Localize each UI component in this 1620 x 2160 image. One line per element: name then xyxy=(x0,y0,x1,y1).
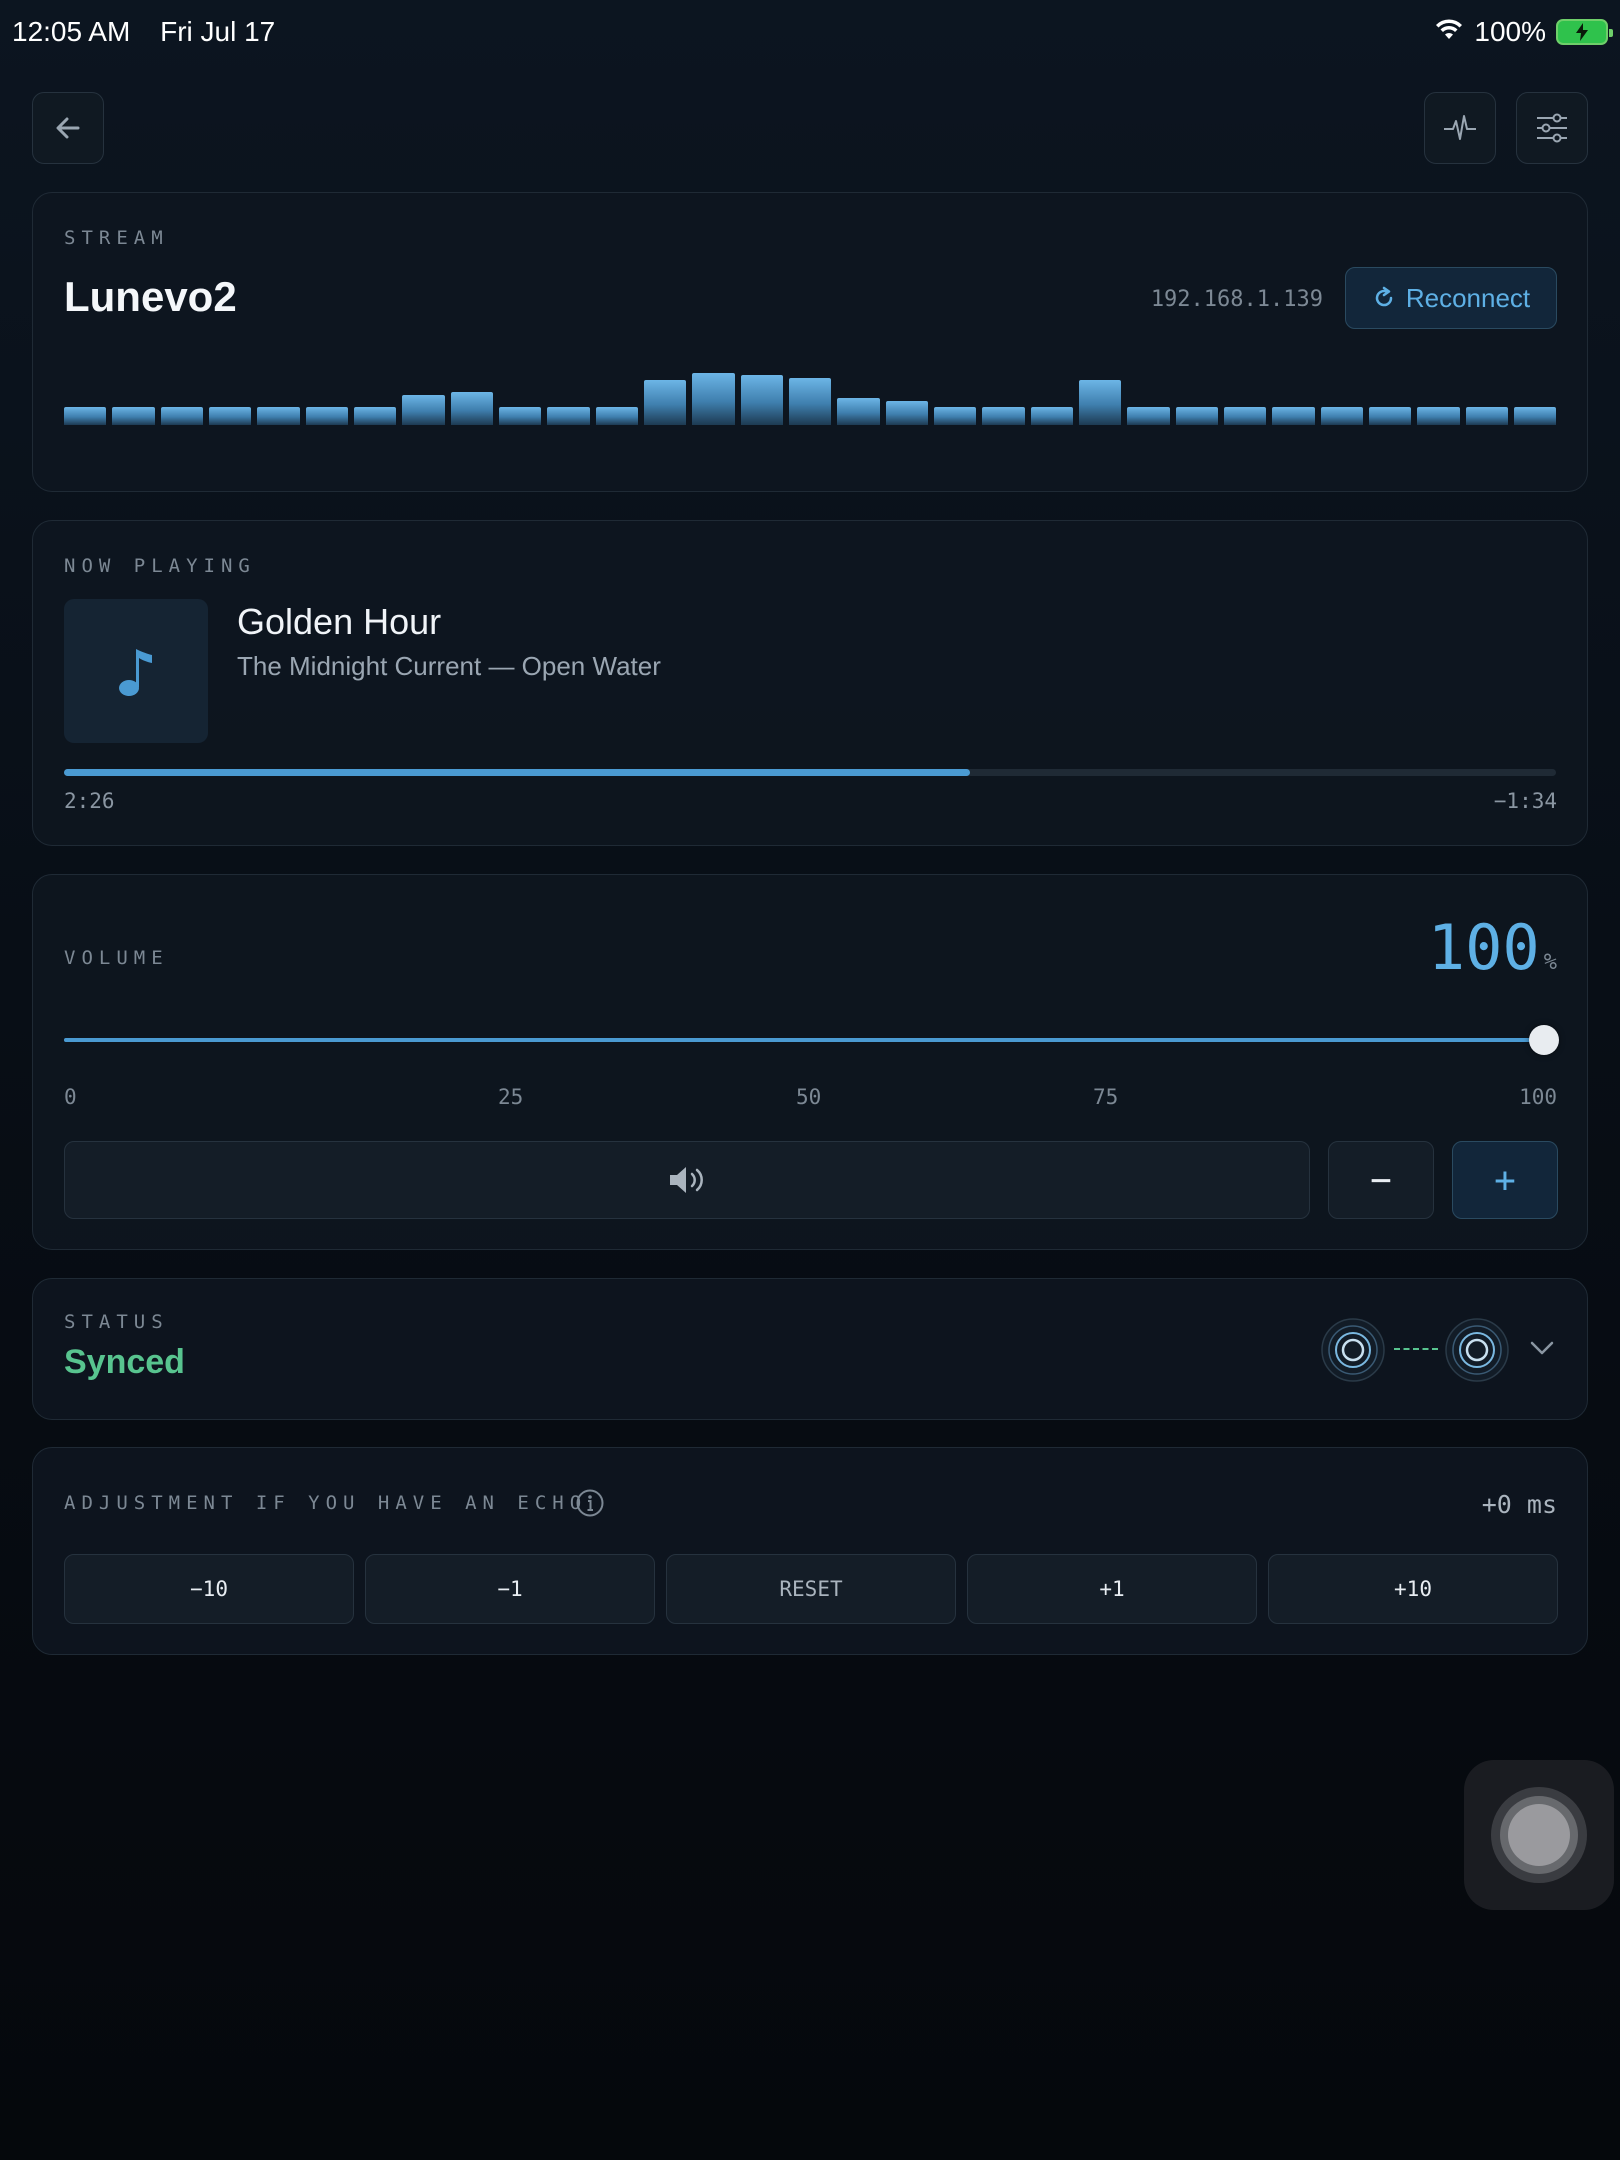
volume-slider-handle[interactable] xyxy=(1529,1025,1559,1055)
echo-adjust-label: ADJUSTMENT IF YOU HAVE AN ECHO xyxy=(64,1492,588,1514)
level-bar xyxy=(1078,380,1122,425)
now-playing-card: NOW PLAYING Golden Hour The Midnight Cur… xyxy=(32,520,1588,846)
level-bar xyxy=(1223,407,1267,425)
volume-slider[interactable] xyxy=(64,1038,1544,1042)
volume-tick-0: 0 xyxy=(64,1085,77,1109)
reconnect-button[interactable]: Reconnect xyxy=(1345,267,1557,329)
volume-value: 100 xyxy=(1427,911,1540,984)
level-bar xyxy=(692,373,735,425)
stream-label: STREAM xyxy=(64,227,169,249)
volume-unit: % xyxy=(1543,950,1557,975)
track-artist-album: The Midnight Current — Open Water xyxy=(237,651,661,681)
level-bar xyxy=(208,407,252,425)
album-art xyxy=(64,599,208,743)
volume-tick-50: 50 xyxy=(796,1085,822,1109)
echo-reset-button[interactable]: RESET xyxy=(666,1554,956,1624)
now-playing-label: NOW PLAYING xyxy=(64,555,256,577)
level-bar xyxy=(643,380,687,425)
level-bar xyxy=(885,400,928,425)
level-bar xyxy=(837,397,880,425)
device-target-icon xyxy=(1444,1317,1510,1383)
status-label: STATUS xyxy=(64,1311,169,1333)
volume-tick-25: 25 xyxy=(498,1085,524,1109)
stream-ip: 192.168.1.139 xyxy=(1150,287,1323,312)
track-title: Golden Hour xyxy=(237,601,442,642)
level-bar xyxy=(933,407,977,425)
volume-label: VOLUME xyxy=(64,947,169,969)
level-bar xyxy=(1368,407,1412,425)
elapsed-time: 2:26 xyxy=(64,789,115,813)
echo-minus-10-button[interactable]: −10 xyxy=(64,1554,354,1624)
volume-tick-75: 75 xyxy=(1093,1085,1119,1109)
volume-card: VOLUME 100 % 0 25 50 75 100 − + xyxy=(32,874,1588,1250)
echo-minus-1-button[interactable]: −1 xyxy=(365,1554,655,1624)
music-note-icon xyxy=(119,649,152,696)
level-bar xyxy=(1127,407,1170,425)
level-bar xyxy=(982,407,1025,425)
remaining-time: −1:34 xyxy=(1493,789,1557,813)
playback-progress-fill xyxy=(64,769,970,776)
sync-link-icon xyxy=(1394,1348,1438,1350)
level-bar xyxy=(740,375,783,425)
refresh-icon xyxy=(1375,286,1393,307)
level-bar xyxy=(1175,407,1218,425)
level-bar xyxy=(1417,407,1460,425)
reconnect-label: Reconnect xyxy=(1405,282,1531,313)
level-bar xyxy=(547,407,590,425)
volume-readout: 100 % xyxy=(1428,911,1557,984)
level-bar xyxy=(1272,407,1315,425)
level-bar xyxy=(305,407,348,425)
chevron-down-icon[interactable] xyxy=(1528,1337,1556,1359)
device-source-icon xyxy=(1320,1317,1386,1383)
level-bar xyxy=(257,407,300,425)
level-bar xyxy=(1320,407,1363,425)
level-bar xyxy=(1513,407,1557,425)
echo-plus-10-button[interactable]: +10 xyxy=(1268,1554,1558,1624)
volume-tick-100: 100 xyxy=(1519,1085,1557,1109)
wifi-icon xyxy=(1434,16,1464,48)
echo-adjust-card: ADJUSTMENT IF YOU HAVE AN ECHO +0 ms −10… xyxy=(32,1447,1588,1655)
stream-card: STREAM Lunevo2 192.168.1.139 Reconnect xyxy=(32,192,1588,492)
settings-button[interactable] xyxy=(1516,92,1588,164)
status-card[interactable]: STATUS Synced xyxy=(32,1278,1588,1420)
activity-button[interactable] xyxy=(1424,92,1496,164)
mute-button[interactable] xyxy=(64,1141,1310,1219)
status-bar: 12:05 AM Fri Jul 17 100% xyxy=(12,14,1613,50)
echo-offset-value: +0 ms xyxy=(1481,1490,1557,1519)
level-bar xyxy=(160,407,203,425)
level-bar xyxy=(498,407,542,425)
date: Fri Jul 17 xyxy=(160,16,276,47)
arrow-left-icon xyxy=(56,117,80,139)
volume-slider-fill xyxy=(64,1038,1544,1042)
level-bar xyxy=(64,407,107,425)
level-bar xyxy=(402,394,445,425)
level-bar xyxy=(450,391,493,425)
info-icon[interactable] xyxy=(575,1488,605,1518)
sync-status: Synced xyxy=(64,1343,185,1381)
level-bar xyxy=(1030,407,1073,425)
battery-percent: 100% xyxy=(1474,16,1546,47)
speaker-icon xyxy=(670,1167,703,1193)
volume-decrease-button[interactable]: − xyxy=(1328,1141,1434,1219)
stream-name: Lunevo2 xyxy=(64,273,237,320)
level-bar xyxy=(1465,407,1508,425)
back-button[interactable] xyxy=(32,92,104,164)
battery-icon xyxy=(1556,19,1613,45)
playback-progress[interactable] xyxy=(64,769,1556,776)
pulse-icon xyxy=(1444,115,1476,140)
volume-increase-button[interactable]: + xyxy=(1452,1141,1558,1219)
assistive-touch-button[interactable] xyxy=(1464,1760,1614,1910)
assistive-touch-icon xyxy=(1508,1804,1570,1866)
level-bar xyxy=(595,407,638,425)
level-bar xyxy=(112,407,155,425)
sliders-icon xyxy=(1537,113,1567,143)
level-bar xyxy=(788,378,832,425)
echo-plus-1-button[interactable]: +1 xyxy=(967,1554,1257,1624)
level-meter xyxy=(64,353,1557,425)
level-bar xyxy=(353,407,397,425)
clock: 12:05 AM xyxy=(12,16,131,47)
